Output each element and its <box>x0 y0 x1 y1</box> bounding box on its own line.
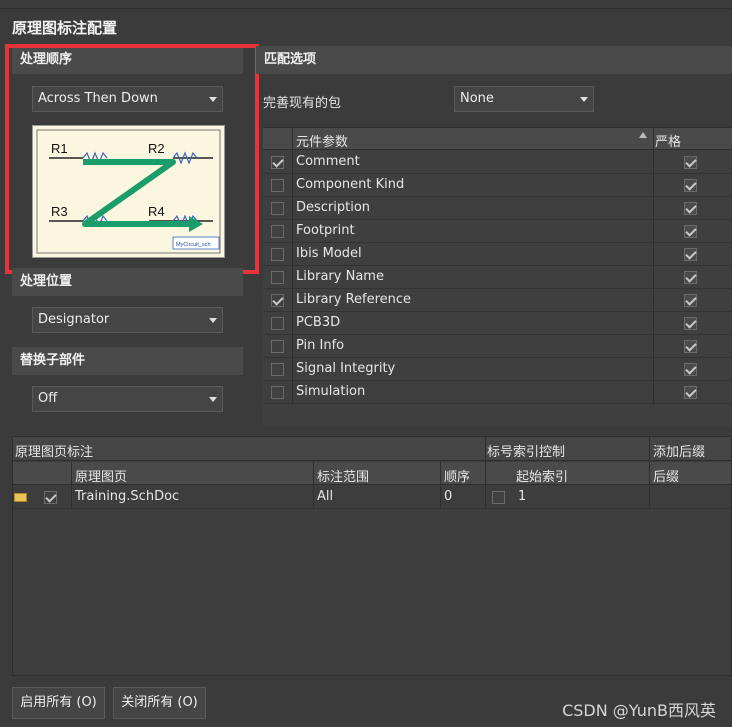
param-strict-checkbox[interactable] <box>684 386 697 399</box>
param-include-checkbox[interactable] <box>271 202 284 215</box>
replace-section-header: 替换子部件 <box>12 347 243 375</box>
sheet-scope-cell[interactable]: All <box>317 489 333 504</box>
location-dropdown-value: Designator <box>38 312 110 327</box>
sheet-row[interactable]: Training.SchDoc All 0 1 <box>13 486 731 509</box>
sort-up-icon <box>639 132 647 138</box>
param-row[interactable]: Library Reference <box>263 289 732 312</box>
param-strict-checkbox[interactable] <box>684 225 697 238</box>
chevron-down-icon <box>209 397 217 402</box>
param-row-label: Library Name <box>296 269 384 284</box>
param-include-checkbox[interactable] <box>271 294 284 307</box>
param-strict-checkbox[interactable] <box>684 363 697 376</box>
param-table-header: 元件参数 严格 <box>263 128 732 150</box>
chevron-down-icon <box>209 318 217 323</box>
param-include-checkbox[interactable] <box>271 363 284 376</box>
param-strict-checkbox[interactable] <box>684 340 697 353</box>
suffix-column-header[interactable]: 后缀 <box>653 466 679 485</box>
param-include-checkbox[interactable] <box>271 340 284 353</box>
schematic-document-icon <box>14 493 27 502</box>
param-row-label: PCB3D <box>296 315 341 330</box>
start-index-checkbox[interactable] <box>492 491 505 504</box>
param-include-checkbox[interactable] <box>271 248 284 261</box>
sheet-group-header-row: 原理图页标注 标号索引控制 添加后缀 <box>13 437 731 461</box>
param-row[interactable]: Signal Integrity <box>263 358 732 381</box>
param-strict-checkbox[interactable] <box>684 202 697 215</box>
location-dropdown[interactable]: Designator <box>32 307 223 333</box>
sheet-column-header[interactable]: 原理图页 <box>75 466 127 485</box>
complete-package-dropdown[interactable]: None <box>454 86 594 112</box>
chevron-down-icon <box>580 97 588 102</box>
param-row[interactable]: Comment <box>263 151 732 174</box>
param-column-header[interactable]: 元件参数 <box>296 131 348 150</box>
param-row[interactable]: Description <box>263 197 732 220</box>
param-row[interactable]: PCB3D <box>263 312 732 335</box>
replace-dropdown[interactable]: Off <box>32 386 223 412</box>
param-row-label: Component Kind <box>296 177 405 192</box>
scope-column-header[interactable]: 标注范围 <box>317 466 369 485</box>
param-include-checkbox[interactable] <box>271 271 284 284</box>
sheet-annotation-table: 原理图页标注 标号索引控制 添加后缀 原理图页 标注范围 顺序 起始索引 后缀 … <box>12 436 732 676</box>
sheet-start-index-cell[interactable]: 1 <box>518 489 526 504</box>
location-section-header: 处理位置 <box>12 268 243 296</box>
param-row[interactable]: Component Kind <box>263 174 732 197</box>
complete-package-label: 完善现有的包 <box>263 96 342 111</box>
param-row-label: Library Reference <box>296 292 412 307</box>
order-column-header[interactable]: 顺序 <box>444 466 470 485</box>
index-group-header: 标号索引控制 <box>487 445 566 460</box>
suffix-group-header: 添加后缀 <box>653 445 706 460</box>
complete-package-value: None <box>460 91 494 106</box>
sheet-group-header: 原理图页标注 <box>15 445 94 460</box>
sheet-order-cell[interactable]: 0 <box>444 489 452 504</box>
param-row[interactable]: Simulation <box>263 381 732 404</box>
param-strict-checkbox[interactable] <box>684 271 697 284</box>
sheet-enable-checkbox[interactable] <box>44 491 57 504</box>
disable-all-button[interactable]: 关闭所有 (O) <box>113 687 206 719</box>
dialog-title: 原理图标注配置 <box>12 19 118 37</box>
param-strict-checkbox[interactable] <box>684 248 697 261</box>
param-row-label: Signal Integrity <box>296 361 396 376</box>
param-include-checkbox[interactable] <box>271 156 284 169</box>
top-divider <box>0 8 732 9</box>
param-strict-checkbox[interactable] <box>684 156 697 169</box>
enable-all-button[interactable]: 启用所有 (O) <box>12 687 105 719</box>
param-strict-checkbox[interactable] <box>684 179 697 192</box>
param-row-label: Ibis Model <box>296 246 362 261</box>
start-index-column-header[interactable]: 起始索引 <box>516 466 568 485</box>
param-row[interactable]: Ibis Model <box>263 243 732 266</box>
param-strict-checkbox[interactable] <box>684 294 697 307</box>
sheet-column-header-row: 原理图页 标注范围 顺序 起始索引 后缀 <box>13 462 731 485</box>
param-include-checkbox[interactable] <box>271 179 284 192</box>
param-row[interactable]: Footprint <box>263 220 732 243</box>
param-row[interactable]: Library Name <box>263 266 732 289</box>
watermark-text: CSDN @YunB西风英 <box>562 701 716 720</box>
highlight-box <box>5 44 259 274</box>
param-table: 元件参数 严格 Comment Component Kind Description… <box>263 127 732 426</box>
param-row-label: Simulation <box>296 384 366 399</box>
param-include-checkbox[interactable] <box>271 317 284 330</box>
param-row[interactable]: Pin Info <box>263 335 732 358</box>
param-row-label: Comment <box>296 154 360 169</box>
param-row-label: Description <box>296 200 371 215</box>
param-row-label: Pin Info <box>296 338 345 353</box>
param-row-label: Footprint <box>296 223 355 238</box>
param-include-checkbox[interactable] <box>271 386 284 399</box>
sheet-name-cell[interactable]: Training.SchDoc <box>75 489 179 504</box>
match-section-header: 匹配选项 <box>256 46 732 74</box>
param-include-checkbox[interactable] <box>271 225 284 238</box>
strict-column-header[interactable]: 严格 <box>655 131 681 150</box>
replace-dropdown-value: Off <box>38 391 58 406</box>
param-strict-checkbox[interactable] <box>684 317 697 330</box>
